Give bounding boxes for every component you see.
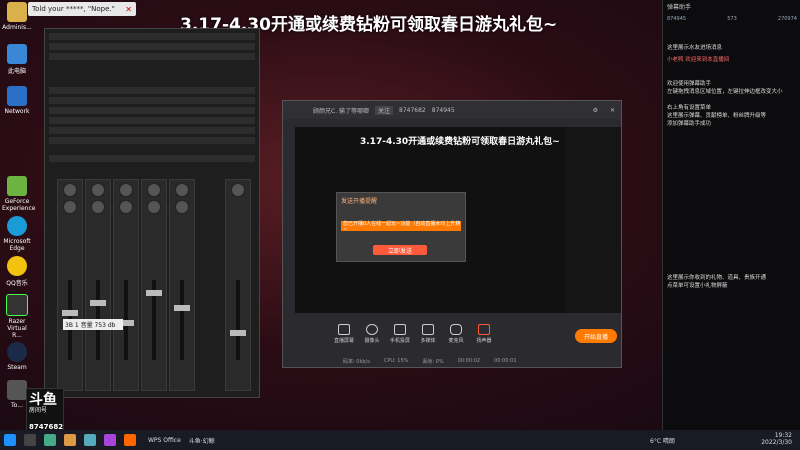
follow-button[interactable]: 关注: [375, 105, 394, 115]
mixer-channel-strip[interactable]: [85, 179, 111, 391]
windows-start-icon[interactable]: [4, 434, 16, 446]
preview-banner: 3.17-4.30开通或续费钻粉可领取春日游丸礼包~: [360, 137, 560, 147]
mixer-master-strip[interactable]: [225, 179, 251, 391]
panel-message: 这里展示弹幕、贡献榜单、粉丝牌升级等: [667, 113, 767, 119]
live-status-bar: 码率: 0kb/s CPU: 15% 丢帧: 0% 00:00:02 00:00…: [343, 358, 517, 365]
close-icon[interactable]: ✕: [125, 5, 132, 14]
start-live-button[interactable]: 开始直播: [575, 329, 617, 343]
fans-count: 874945: [431, 106, 455, 114]
app-icon[interactable]: [64, 434, 76, 446]
mixer-row: [49, 155, 255, 162]
master-knob[interactable]: [231, 183, 245, 197]
panel-message: 添加弹幕助手成功: [667, 121, 712, 127]
desktop-icon-razer[interactable]: Razer Virtual R...: [2, 294, 32, 339]
panel-title: 弹幕助手: [667, 4, 692, 11]
audio-mixer-window[interactable]: 3B 1 音量 753 db: [44, 28, 260, 398]
app-icon[interactable]: [44, 434, 56, 446]
clock[interactable]: 19:32 2022/3/30: [761, 432, 792, 446]
camera-button[interactable]: 摄像头: [361, 324, 383, 344]
gain-knob[interactable]: [63, 183, 77, 197]
eq-knob[interactable]: [91, 200, 105, 214]
panel-message: 小老鸭 欢迎来到本直播间: [667, 57, 730, 63]
eq-knob[interactable]: [63, 200, 77, 214]
phone-cast-button[interactable]: 手机投屏: [389, 324, 411, 344]
gain-knob[interactable]: [147, 183, 161, 197]
eq-knob[interactable]: [119, 200, 133, 214]
mixer-row: [49, 87, 255, 94]
notification-text: Told your *****, "Nope.": [32, 5, 115, 13]
desktop-icon-admin[interactable]: Adminis...: [2, 2, 32, 31]
fader-handle[interactable]: [90, 300, 106, 306]
danmaku-panel[interactable]: 弹幕助手 874945 573 270974 这里展示水友进场消息 小老鸭 欢迎…: [662, 0, 800, 430]
microphone-button[interactable]: 麦克风: [445, 324, 467, 344]
mixer-row: [49, 127, 255, 134]
desktop-icon-qq-music[interactable]: QQ音乐: [2, 256, 32, 287]
gift-note: 这里展示你收到的礼物、道具、贵族开通: [667, 275, 767, 281]
mixer-row: [49, 137, 255, 144]
desktop-icon-geforce[interactable]: GeForce Experience: [2, 176, 35, 212]
gain-knob[interactable]: [119, 183, 133, 197]
close-icon[interactable]: ✕: [610, 107, 615, 114]
mixer-channel-strip[interactable]: [113, 179, 139, 391]
mixer-channel-strip[interactable]: [141, 179, 167, 391]
gift-note: 点菜单可设置小礼物屏蔽: [667, 283, 728, 289]
screen-capture-button[interactable]: 直播屏幕: [333, 324, 355, 344]
eq-knob[interactable]: [175, 200, 189, 214]
speaker-button[interactable]: 扬声器: [473, 324, 495, 344]
fader-handle[interactable]: [62, 310, 78, 316]
gain-knob[interactable]: [175, 183, 189, 197]
room-label: 房间号: [29, 407, 48, 414]
send-now-button[interactable]: 立即发送: [373, 245, 427, 255]
mixer-row: [49, 117, 255, 124]
mixer-row: [49, 43, 255, 50]
mixer-channel-strip[interactable]: [57, 179, 83, 391]
media-button[interactable]: 多媒体: [417, 324, 439, 344]
eq-knob[interactable]: [147, 200, 161, 214]
mixer-row: [49, 53, 255, 60]
dialog-text: 您已开播0人在线一起玩~功能（自动直播水印上升精~: [341, 220, 461, 233]
room-card: 斗鱼 房间号 8747682: [26, 388, 64, 434]
music-notification[interactable]: Told your *****, "Nope." ✕: [28, 2, 136, 16]
mixer-row: [49, 107, 255, 114]
settings-icon[interactable]: ⚙: [593, 107, 598, 114]
desktop-icon-steam[interactable]: Steam: [2, 342, 32, 371]
app-icon[interactable]: [104, 434, 116, 446]
mixer-header-row: [49, 33, 255, 40]
taskbar-app-label[interactable]: 斗鱼·幻鲸: [189, 436, 215, 445]
mixer-channel-strip[interactable]: [169, 179, 195, 391]
fader-handle[interactable]: [174, 305, 190, 311]
app-icon[interactable]: [84, 434, 96, 446]
mixer-volume-caption: 3B 1 音量 753 db: [63, 319, 123, 330]
notify-dialog[interactable]: 发送开播提醒 您已开播0人在线一起玩~功能（自动直播水印上升精~ 立即发送: [336, 192, 466, 262]
master-fader-handle[interactable]: [230, 330, 246, 336]
gain-knob[interactable]: [91, 183, 105, 197]
streamer-name: 顾颜兄C. 输了等哪卿: [313, 107, 370, 115]
panel-message: 左键拖拽消息区域位置，左键拉伸边框改变大小: [667, 89, 783, 95]
panel-message: 这里展示水友进场消息: [667, 45, 723, 51]
dialog-title: 发送开播提醒: [341, 198, 378, 205]
app-icon[interactable]: [124, 434, 136, 446]
live-window-titlebar: 顾颜兄C. 输了等哪卿 关注 8747682 874945 ⚙ ✕: [283, 101, 621, 119]
desktop-icon-edge[interactable]: Microsoft Edge: [2, 216, 32, 252]
weather-widget[interactable]: 6°C 晴朗: [650, 436, 675, 445]
panel-message: 欢迎使用弹幕助手: [667, 81, 712, 87]
taskbar-app-label[interactable]: WPS Office: [148, 437, 181, 444]
desktop-icon-network[interactable]: Network: [2, 86, 32, 115]
desktop-icon-computer[interactable]: 此电脑: [2, 44, 32, 75]
fader-handle[interactable]: [146, 290, 162, 296]
taskbar: WPS Office 斗鱼·幻鲸 6°C 晴朗 19:32 2022/3/30: [0, 430, 800, 450]
panel-message: 右上角有设置菜单: [667, 105, 712, 111]
search-icon[interactable]: [24, 434, 36, 446]
room-id: 8747682: [399, 106, 426, 114]
mixer-row: [49, 97, 255, 104]
panel-stats: 874945 573 270974: [667, 16, 797, 22]
stream-chat-preview: [565, 127, 621, 313]
